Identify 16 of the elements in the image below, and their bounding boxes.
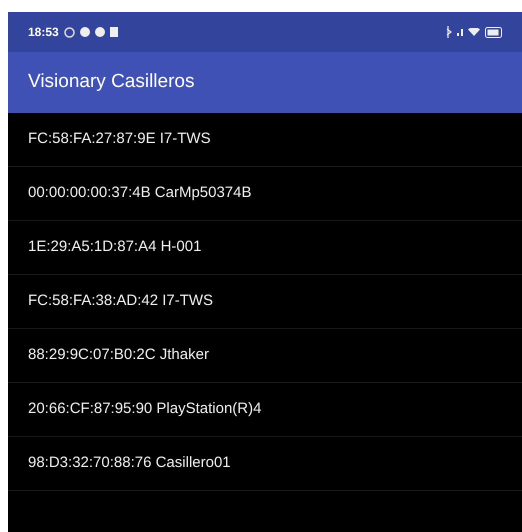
device-item[interactable]: 20:66:CF:87:95:90 PlayStation(R)4 [8, 383, 522, 437]
device-item[interactable]: 98:D3:32:70:88:76 Casillero01 [8, 437, 522, 491]
circle-icon [80, 27, 90, 37]
bluetooth-icon [446, 26, 452, 38]
device-item[interactable]: 1E:29:A5:1D:87:A4 H-001 [8, 221, 522, 275]
device-item[interactable]: FC:58:FA:38:AD:42 I7-TWS [8, 275, 522, 329]
device-item[interactable]: 88:29:9C:07:B0:2C Jthaker [8, 329, 522, 383]
wifi-icon [468, 28, 480, 36]
ring-icon [64, 26, 75, 38]
app-title: Visionary Casilleros [28, 70, 194, 94]
circle-icon [94, 27, 105, 37]
device-item[interactable]: FC:58:FA:27:87:9E I7-TWS [8, 113, 522, 167]
signal-icon [457, 28, 463, 36]
device-item[interactable]: 00:00:00:00:37:4B CarMp50374B [8, 167, 522, 221]
battery-icon [485, 26, 502, 38]
status-time: 18:53 [28, 24, 59, 41]
